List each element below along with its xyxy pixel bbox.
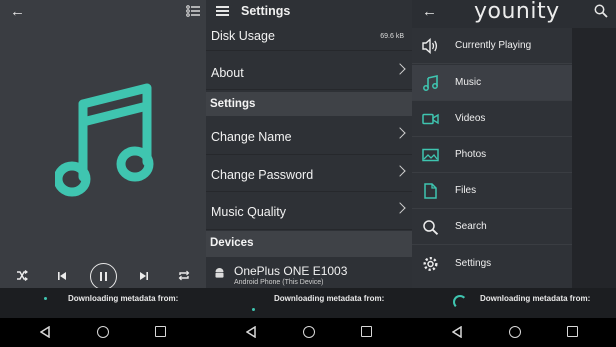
download-status-text: Downloading metadata from: — [68, 294, 179, 303]
app-logo: younity — [474, 0, 560, 24]
back-triangle-icon[interactable] — [452, 326, 462, 338]
recents-square-icon[interactable] — [155, 326, 166, 337]
music-note-icon — [423, 75, 438, 91]
download-status-bar: Downloading metadata from: — [206, 288, 412, 318]
settings-top-bar: Settings — [206, 0, 412, 24]
drawer-top-bar: ← younity — [412, 0, 616, 24]
disk-usage-row: Disk Usage 69.6 kB — [206, 24, 412, 51]
chevron-right-icon — [394, 202, 406, 214]
progress-dot — [252, 308, 255, 311]
drawer-item-search[interactable]: Search — [412, 209, 572, 245]
previous-icon[interactable] — [57, 271, 67, 281]
drawer-item-label: Photos — [455, 149, 487, 160]
queue-list-icon[interactable] — [186, 4, 200, 18]
search-icon[interactable] — [594, 4, 608, 18]
android-icon — [215, 268, 224, 278]
android-nav-bar — [0, 318, 206, 347]
music-quality-row[interactable]: Music Quality — [206, 192, 412, 230]
settings-section-header: Settings — [206, 92, 412, 116]
drawer-item-settings[interactable]: Settings — [412, 246, 572, 282]
loading-spinner-icon — [453, 295, 467, 309]
drawer-menu: Currently Playing Music Videos Photos Fi… — [412, 28, 572, 288]
shuffle-icon[interactable] — [16, 270, 28, 281]
progress-dot — [44, 297, 47, 300]
music-quality-label: Music Quality — [211, 205, 287, 219]
devices-section-header: Devices — [206, 231, 412, 257]
disk-usage-value: 69.6 kB — [380, 33, 404, 40]
change-password-row[interactable]: Change Password — [206, 155, 412, 192]
device-name[interactable]: OnePlus ONE E1003 — [234, 264, 347, 278]
music-note-icon — [55, 83, 154, 197]
change-name-label: Change Name — [211, 130, 292, 144]
file-icon — [424, 183, 437, 199]
android-nav-bar — [412, 318, 616, 347]
player-screen: ← Downloading metadata from: — [0, 0, 206, 347]
back-triangle-icon[interactable] — [40, 326, 50, 338]
home-circle-icon[interactable] — [97, 326, 109, 338]
drawer-item-label: Currently Playing — [455, 40, 532, 51]
settings-screen: Settings Disk Usage 69.6 kB About Settin… — [206, 0, 412, 347]
download-status-bar: Downloading metadata from: — [0, 288, 206, 318]
menu-icon[interactable] — [216, 6, 229, 16]
content-scrim[interactable] — [572, 28, 616, 288]
page-title: Settings — [241, 4, 291, 18]
change-name-row[interactable]: Change Name — [206, 117, 412, 155]
back-triangle-icon[interactable] — [246, 326, 256, 338]
player-top-bar: ← — [0, 0, 206, 24]
drawer-item-label: Files — [455, 185, 477, 196]
home-circle-icon[interactable] — [303, 326, 315, 338]
pause-icon — [100, 272, 102, 281]
drawer-item-music[interactable]: Music — [412, 65, 572, 101]
navigation-drawer-screen: ← younity Currently Playing Music Videos… — [412, 0, 616, 347]
recents-square-icon[interactable] — [567, 326, 578, 337]
next-icon[interactable] — [139, 271, 149, 281]
recents-square-icon[interactable] — [361, 326, 372, 337]
video-camera-icon — [422, 113, 439, 125]
drawer-item-label: Music — [455, 77, 482, 88]
device-subtitle: Android Phone (This Device) — [234, 279, 324, 286]
about-label: About — [211, 66, 244, 80]
arrow-left-icon[interactable]: ← — [10, 4, 25, 19]
repeat-icon[interactable] — [178, 270, 190, 281]
section-header-label: Settings — [210, 98, 256, 110]
download-status-text: Downloading metadata from: — [274, 294, 385, 303]
drawer-item-videos[interactable]: Videos — [412, 101, 572, 137]
photo-icon — [422, 148, 439, 162]
about-row[interactable]: About — [206, 51, 412, 90]
pause-button[interactable] — [90, 263, 117, 290]
drawer-item-currently-playing[interactable]: Currently Playing — [412, 28, 572, 64]
speaker-icon — [422, 38, 438, 54]
drawer-item-label: Videos — [455, 113, 486, 124]
change-password-label: Change Password — [211, 168, 314, 182]
section-header-label: Devices — [210, 237, 254, 249]
home-circle-icon[interactable] — [509, 326, 521, 338]
download-status-bar: Downloading metadata from: — [412, 288, 616, 318]
drawer-item-photos[interactable]: Photos — [412, 137, 572, 173]
chevron-right-icon — [394, 127, 406, 139]
disk-usage-label: Disk Usage — [211, 29, 275, 43]
gear-icon — [423, 256, 438, 272]
playback-controls — [0, 262, 206, 290]
search-icon — [423, 220, 439, 235]
drawer-item-files[interactable]: Files — [412, 173, 572, 209]
arrow-left-icon[interactable]: ← — [422, 4, 437, 19]
download-status-text: Downloading metadata from: — [480, 294, 591, 303]
android-nav-bar — [206, 318, 412, 347]
drawer-item-label: Search — [455, 221, 487, 232]
drawer-item-label: Settings — [455, 258, 492, 269]
chevron-right-icon — [394, 63, 406, 75]
chevron-right-icon — [394, 165, 406, 177]
